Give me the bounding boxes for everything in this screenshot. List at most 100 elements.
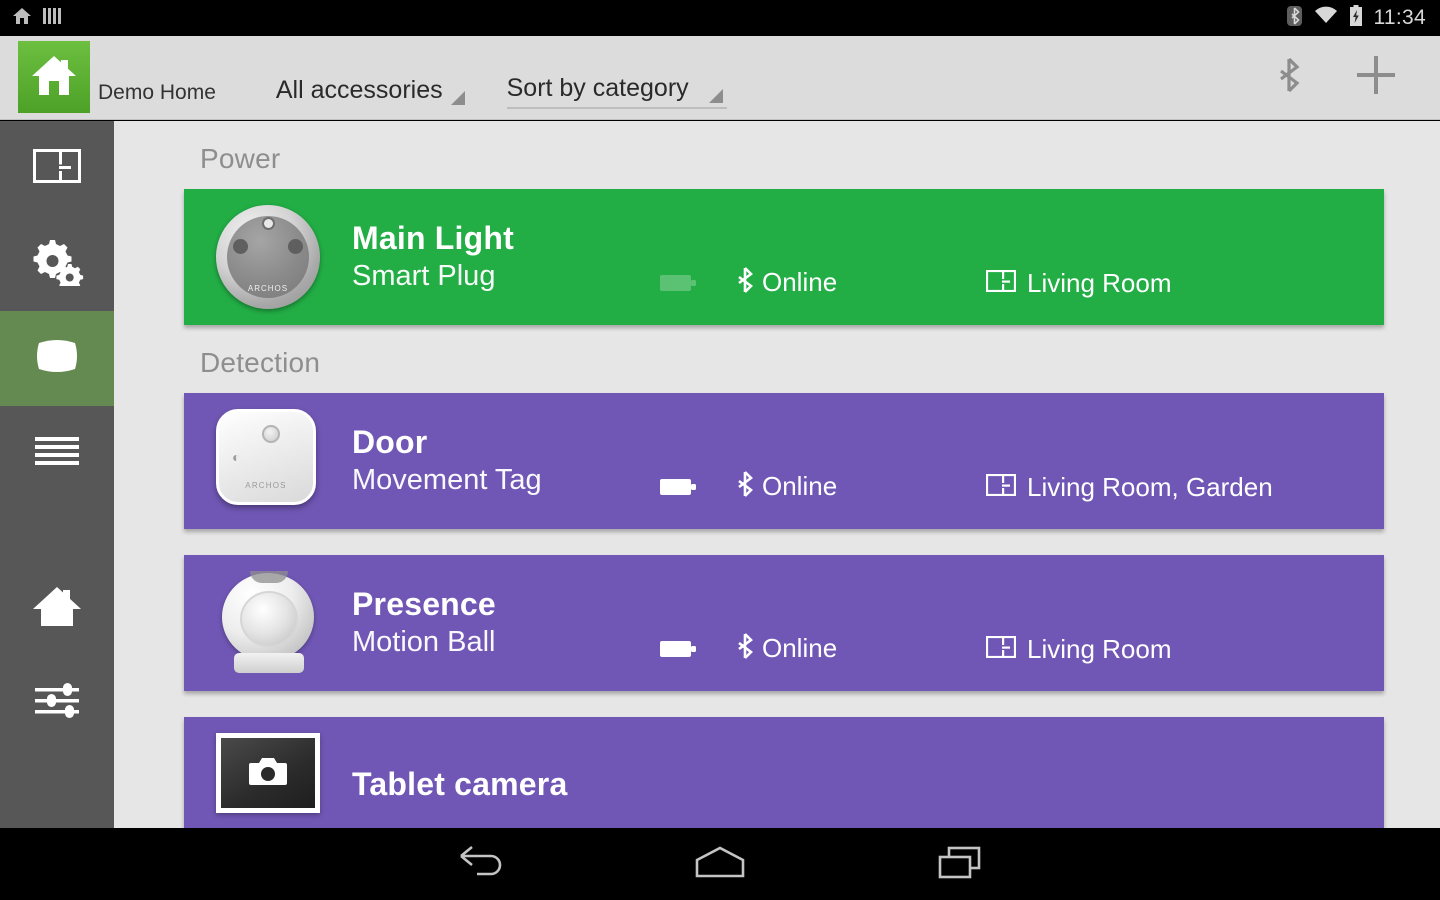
filter-spinner-label: All accessories [275,76,443,104]
connection-status: Online [736,470,986,503]
accessory-text: Main Light Smart Plug [352,220,652,294]
camera-thumbnail-art [216,733,320,813]
filter-spinner[interactable]: All accessories [276,76,469,109]
home-name-label: Demo Home [98,81,216,104]
device-brand-label: ARCHOS [247,284,289,293]
status-bar-clock: 11:34 [1373,6,1426,29]
accessory-status-row: Online Living Room, Garden [660,470,1384,529]
accessory-title: Main Light [352,220,514,257]
connection-label: Online [762,633,838,663]
add-accessory-button[interactable] [1354,53,1398,97]
list-icon [33,435,81,472]
accessory-text: Presence Motion Ball [352,586,652,660]
card-spacer [114,529,1440,555]
floorplan-icon [985,269,1017,297]
motion-ball-art [216,571,320,675]
device-brand-label: ARCHOS [245,481,287,490]
device-thumbnail: ARCHOS [216,205,320,309]
accessory-status-row: Online Living Room [660,632,1384,691]
accessory-card-tablet-camera[interactable]: Tablet camera [184,717,1384,828]
battery-full-dim-icon [660,272,696,299]
bluetooth-icon [736,632,754,665]
nav-back-button[interactable] [360,844,600,885]
bluetooth-icon [736,470,754,503]
home-logo-button[interactable] [18,41,90,113]
device-thumbnail [216,733,320,828]
card-spacer [114,691,1440,717]
left-navigation-rail [0,121,114,828]
accessory-text: Door Movement Tag [352,424,652,498]
sidebar-item-home[interactable] [0,561,114,656]
signal-icon: ◐ [232,449,241,465]
status-bar-notifications [0,7,62,30]
recents-icon [937,844,983,885]
app-action-bar: Demo Home All accessories Sort by catego… [0,36,1440,120]
room-status: Living Room [985,634,1172,665]
accessory-card-presence[interactable]: Presence Motion Ball Online Living Room [184,555,1384,691]
floorplan-icon [985,473,1017,501]
sidebar-item-floorplan[interactable] [0,121,114,216]
room-label: Living Room [1027,268,1172,298]
nav-recents-button[interactable] [840,844,1080,885]
accessory-status-row: Online Living Room [660,266,1384,325]
connection-status: Online [736,266,986,299]
home-icon [693,844,747,885]
floorplan-icon [985,635,1017,663]
room-status: Living Room [985,268,1172,299]
bars-notification-icon [42,7,62,30]
accessory-card-main-light[interactable]: ARCHOS Main Light Smart Plug Online Livi… [184,189,1384,325]
battery-status [660,476,736,503]
bluetooth-icon [736,266,754,299]
accessory-subtitle: Smart Plug [352,260,496,292]
sidebar-item-settings[interactable] [0,216,114,311]
back-icon [455,844,505,885]
room-status: Living Room, Garden [985,472,1273,503]
sidebar-item-accessories[interactable] [0,311,114,406]
device-thumbnail [216,571,320,675]
wifi-icon [1314,6,1338,30]
house-icon [31,54,77,101]
section-header-detection: Detection [200,347,321,378]
movement-tag-art: ◐ ARCHOS [216,409,316,505]
gears-icon [30,236,84,291]
accessory-card-door[interactable]: ◐ ARCHOS Door Movement Tag Online Living… [184,393,1384,529]
accessories-list[interactable]: Power ARCHOS Main Light Smart Plug Onlin… [114,121,1440,828]
device-thumbnail: ◐ ARCHOS [216,409,320,513]
bluetooth-button[interactable] [1276,57,1302,93]
house-icon [32,584,82,633]
home-notification-icon [12,7,32,30]
battery-full-icon [660,638,696,665]
connection-label: Online [762,471,838,501]
connection-label: Online [762,267,838,297]
sidebar-item-list[interactable] [0,406,114,501]
accessory-title: Door [352,424,428,461]
section-header-power: Power [200,143,281,174]
accessory-title: Tablet camera [352,765,568,802]
accessories-icon [35,334,79,383]
accessory-title: Presence [352,586,496,623]
accessory-subtitle: Motion Ball [352,626,496,658]
android-screen: 11:34 Demo Home All accessories Sort by … [0,0,1440,900]
connection-status: Online [736,632,986,665]
battery-status [660,638,736,665]
chevron-down-icon [450,91,465,105]
battery-full-icon [660,476,696,503]
sort-spinner-label: Sort by category [506,74,689,102]
status-bar-system-icons: 11:34 [1286,4,1440,32]
sliders-icon [33,681,81,726]
bluetooth-icon [1286,5,1303,32]
nav-home-button[interactable] [600,844,840,885]
room-label: Living Room [1027,634,1172,664]
accessory-text: Tablet camera [352,766,652,805]
sidebar-item-controls[interactable] [0,656,114,751]
room-label: Living Room, Garden [1027,472,1273,502]
floorplan-icon [33,149,81,188]
sort-spinner[interactable]: Sort by category [506,74,727,109]
android-navigation-bar [0,828,1440,900]
accessory-subtitle: Movement Tag [352,464,542,496]
battery-status [660,272,736,299]
action-bar-buttons [1276,53,1440,97]
smart-plug-socket-art: ARCHOS [216,205,320,309]
chevron-down-icon [708,89,723,103]
android-status-bar: 11:34 [0,0,1440,36]
